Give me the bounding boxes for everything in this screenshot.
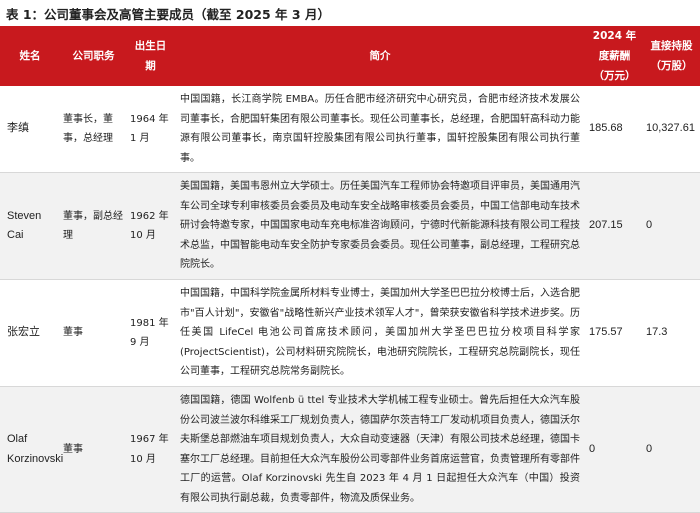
header-name: 姓名: [0, 26, 60, 86]
header-shares: 直接持股（万股）: [643, 26, 700, 86]
table-row: 李缜 董事长，董事，总经理 1964 年 1 月 中国国籍，长江商学院 EMBA…: [0, 86, 700, 173]
cell-role: 董事长，董事，总经理: [63, 113, 113, 145]
cell-name: Steven Cai: [0, 172, 60, 280]
cell-salary: 175.57: [589, 326, 623, 339]
cell-role: 董事: [60, 386, 127, 513]
cell-salary: 207.15: [586, 172, 643, 280]
cell-bio: 美国国籍，美国韦恩州立大学硕士。历任美国汽车工程师协会特邀项目评审员，美国通用汽…: [174, 172, 586, 280]
table-caption: 表 1：公司董事会及高管主要成员（截至 2025 年 3 月）: [6, 7, 330, 22]
table-row: Olaf Korzinovski 董事 1967 年 10 月 德国国籍，德国 …: [0, 386, 700, 513]
cell-salary: 185.68: [589, 122, 623, 135]
header-salary: 2024 年度薪酬（万元）: [586, 26, 643, 86]
header-role: 公司职务: [60, 26, 127, 86]
cell-name: 张宏立: [7, 326, 40, 339]
header-bio: 简介: [174, 26, 586, 86]
table-row: Steven Cai 董事，副总经理 1962 年 10 月 美国国籍，美国韦恩…: [0, 172, 700, 280]
table-row: 张宏立 董事 1981 年 9 月 中国国籍，中国科学院金属所材料专业博士，美国…: [0, 280, 700, 387]
cell-birth: 1967 年 10 月: [127, 386, 174, 513]
cell-bio: 德国国籍，德国 Wolfenb ü ttel 专业技术大学机械工程专业硕士。曾先…: [174, 386, 586, 513]
cell-role: 董事: [63, 327, 83, 339]
cell-role: 董事，副总经理: [60, 172, 127, 280]
table-header-row: 姓名 公司职务 出生日期 简介 2024 年度薪酬（万元） 直接持股（万股）: [0, 26, 700, 86]
cell-birth: 1981 年 9 月: [130, 317, 169, 349]
cell-salary: 0: [586, 386, 643, 513]
cell-shares: 0: [643, 386, 700, 513]
cell-bio: 中国国籍，中国科学院金属所材料专业博士，美国加州大学圣巴巴拉分校博士后，入选合肥…: [180, 288, 580, 378]
header-birth: 出生日期: [127, 26, 174, 86]
cell-shares: 17.3: [646, 326, 668, 339]
cell-birth: 1964 年 1 月: [130, 113, 169, 145]
cell-shares: 0: [643, 172, 700, 280]
cell-birth: 1962 年 10 月: [127, 172, 174, 280]
cell-bio: 中国国籍，长江商学院 EMBA。历任合肥市经济研究中心研究员，合肥市经济技术发展…: [180, 94, 580, 164]
cell-name: 李缜: [7, 122, 29, 135]
cell-name: Olaf Korzinovski: [0, 386, 63, 513]
executives-table: 姓名 公司职务 出生日期 简介 2024 年度薪酬（万元） 直接持股（万股） 李…: [0, 26, 700, 513]
cell-shares: 10,327.61: [646, 122, 695, 135]
